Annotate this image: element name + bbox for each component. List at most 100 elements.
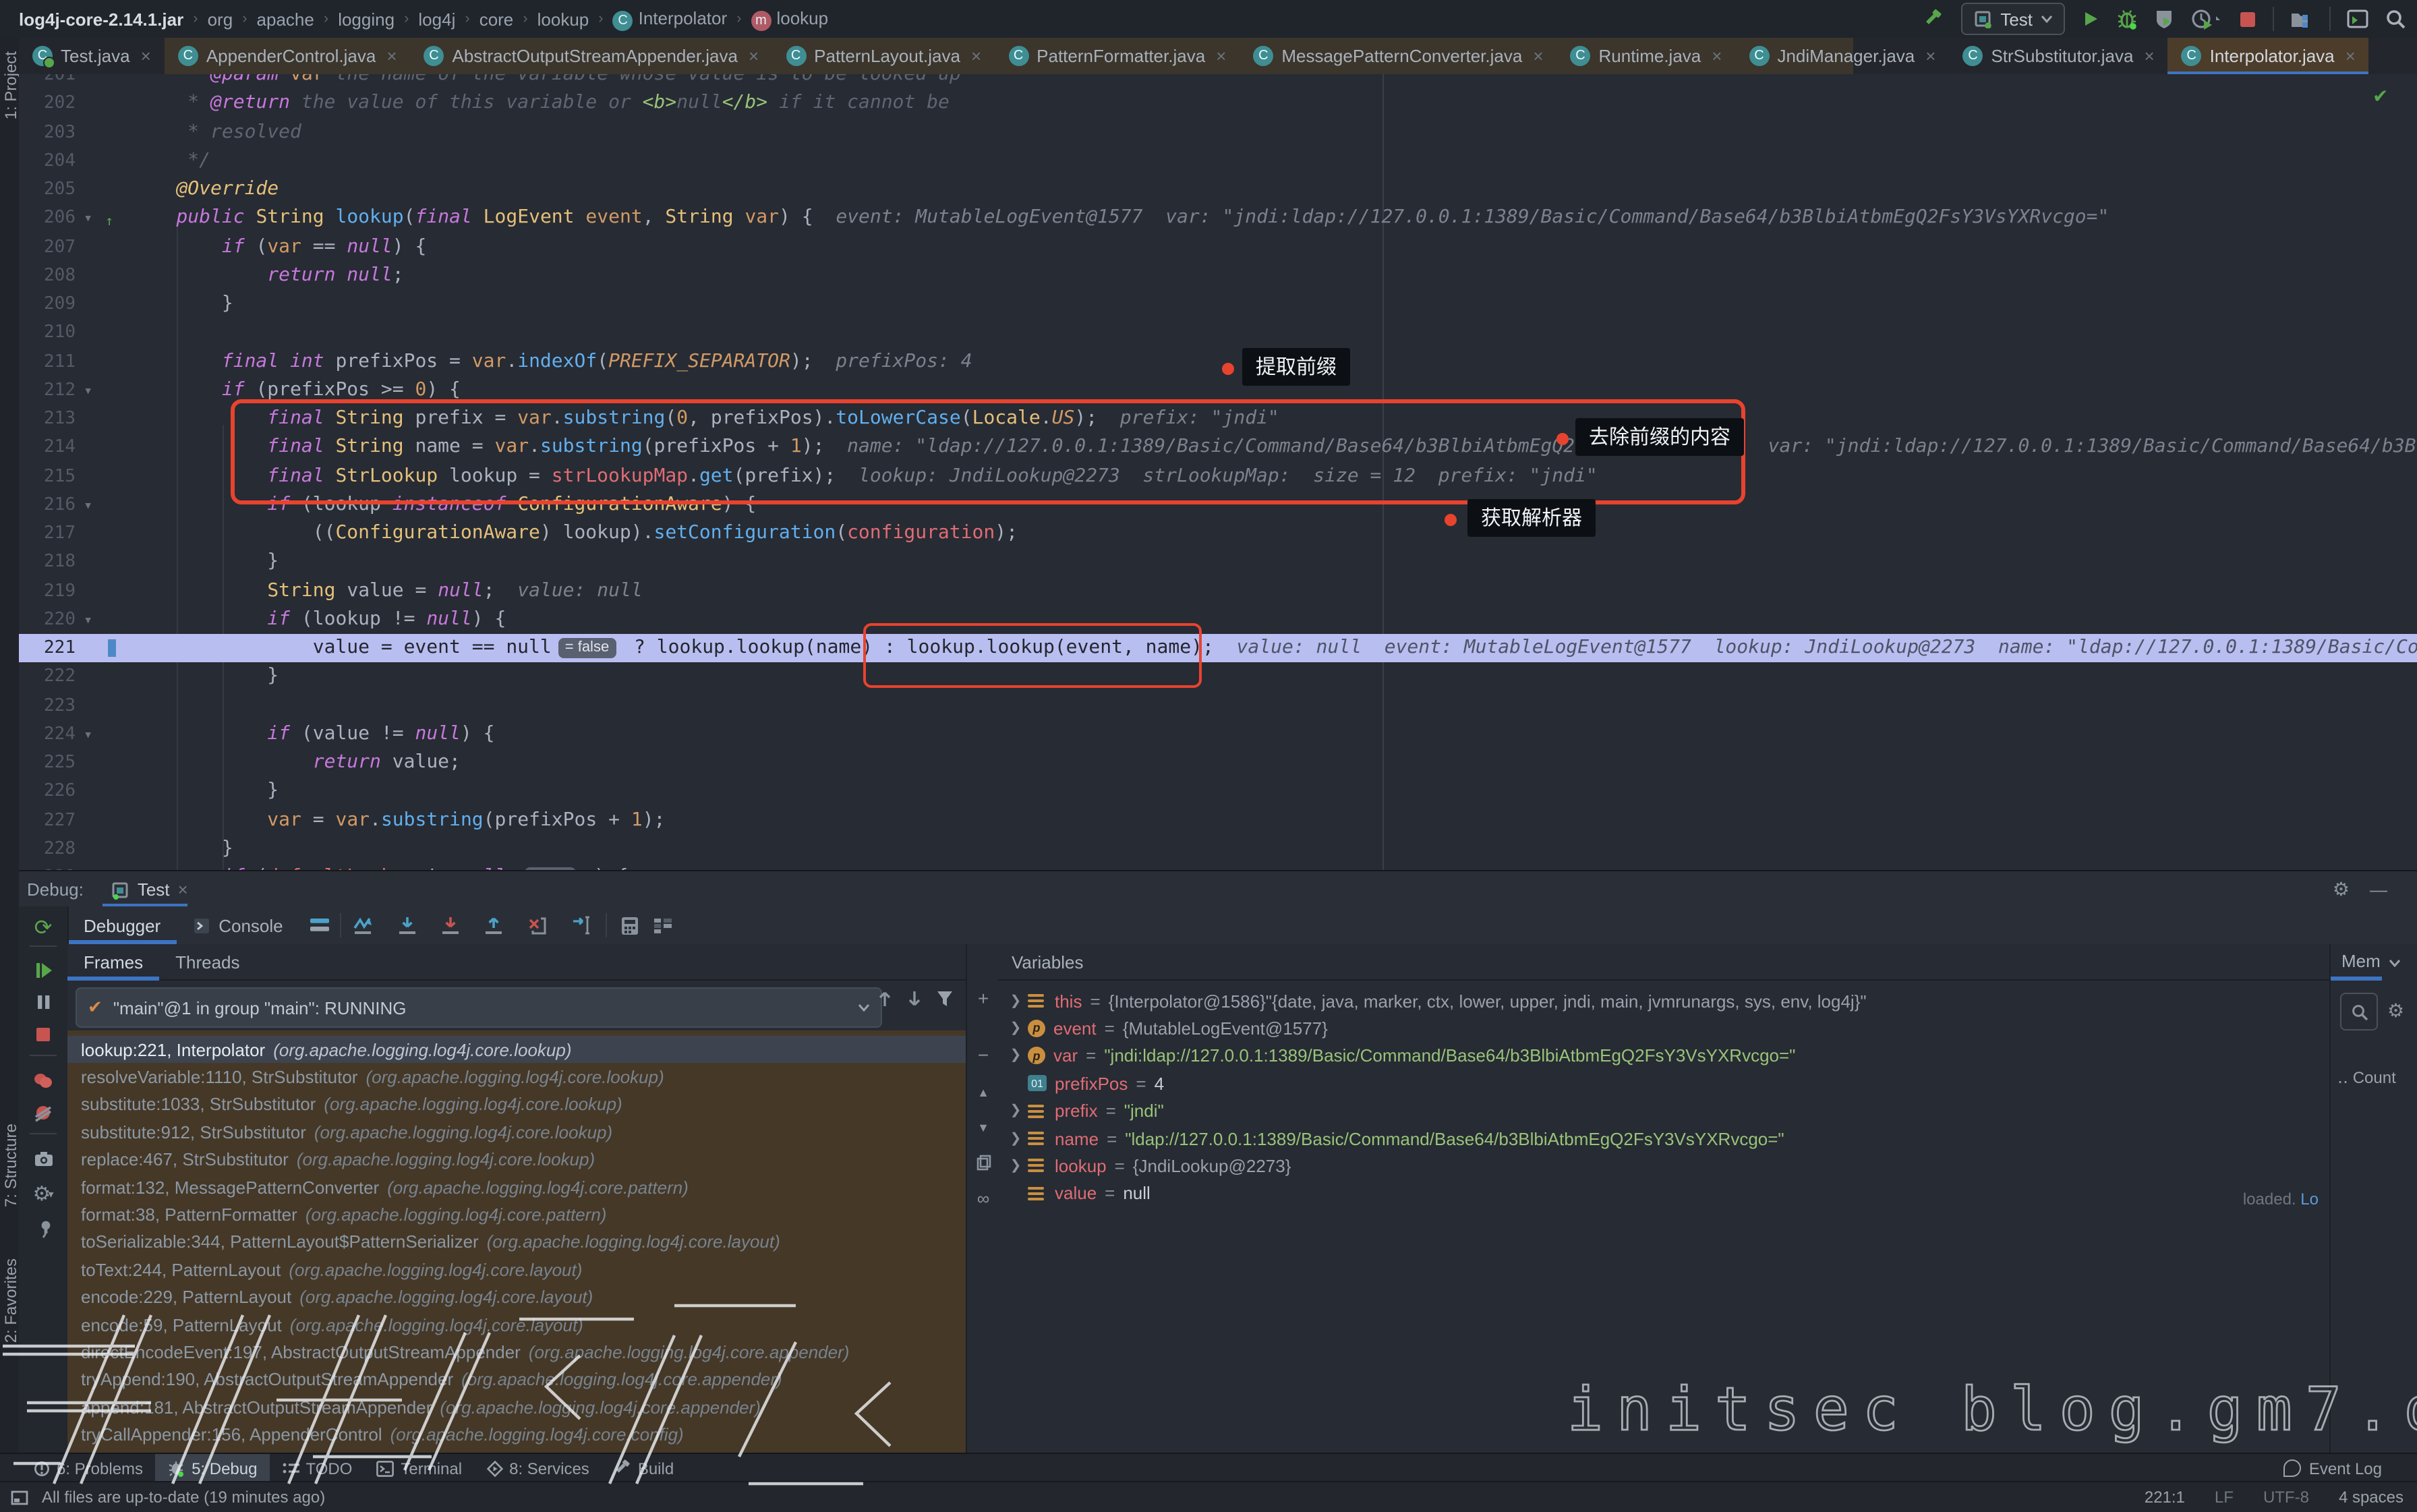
close-icon[interactable]: × <box>141 46 151 66</box>
line-number[interactable]: 204 <box>19 147 76 175</box>
line-number[interactable]: 224 <box>19 720 76 749</box>
run-config-selector[interactable]: Test <box>1961 3 2065 35</box>
code-line[interactable]: 201 * @param var the name of the variabl… <box>19 74 2417 89</box>
rerun-icon[interactable]: ⟳ <box>19 913 67 943</box>
project-structure-icon[interactable] <box>2290 9 2313 29</box>
variable-row[interactable]: ❯pevent={MutableLogEvent@1577} <box>998 1015 2329 1042</box>
frame-row[interactable]: lookup:221, Interpolator(org.apache.logg… <box>67 1036 979 1063</box>
frame-row[interactable]: toSerializable:344, PatternLayout$Patter… <box>67 1229 979 1256</box>
force-step-into-icon[interactable] <box>441 915 460 935</box>
line-number[interactable]: 209 <box>19 290 76 318</box>
expand-icon[interactable]: ❯ <box>1006 1049 1025 1064</box>
line-number[interactable]: 215 <box>19 462 76 490</box>
close-icon[interactable]: × <box>1216 46 1226 66</box>
breadcrumb-item[interactable]: apache <box>257 9 314 29</box>
line-number[interactable]: 213 <box>19 405 76 433</box>
frame-row[interactable]: format:132, MessagePatternConverter(org.… <box>67 1173 979 1200</box>
load-classes-link[interactable]: Lo <box>2300 1190 2319 1209</box>
memory-search-field[interactable] <box>2340 993 2378 1030</box>
debugger-settings-gear-icon[interactable]: ⚙▾ <box>19 1179 67 1209</box>
tab-frames[interactable]: Frames <box>67 944 159 979</box>
code-line[interactable]: 203 * resolved <box>19 118 2417 146</box>
breadcrumb-item[interactable]: mlookup <box>751 7 828 30</box>
line-number[interactable]: 208 <box>19 262 76 290</box>
run-icon[interactable] <box>2081 9 2100 28</box>
line-number[interactable]: 227 <box>19 806 76 834</box>
frame-row[interactable]: replace:467, StrSubstitutor(org.apache.l… <box>67 1146 979 1173</box>
code-line[interactable]: 224▾ if (value != null) { <box>19 720 2417 749</box>
tab-console[interactable]: Console <box>177 906 299 944</box>
line-number[interactable]: 207 <box>19 233 76 261</box>
code-line[interactable]: 211 final int prefixPos = var.indexOf(PR… <box>19 347 2417 376</box>
variable-row[interactable]: ❯prefix="jndi" <box>998 1097 2329 1124</box>
line-separator[interactable]: LF <box>2215 1488 2234 1507</box>
code-line[interactable]: 204 */ <box>19 147 2417 175</box>
code-line[interactable]: 223 <box>19 691 2417 720</box>
tab-threads[interactable]: Threads <box>159 944 256 979</box>
code-line[interactable]: 209 } <box>19 290 2417 318</box>
breadcrumb-item[interactable]: log4j-core-2.14.1.jar <box>19 9 183 29</box>
breadcrumb-item[interactable]: core <box>479 9 514 29</box>
close-icon[interactable]: × <box>971 46 981 66</box>
expand-icon[interactable]: ❯ <box>1006 1103 1025 1118</box>
event-log-button[interactable]: Event Log <box>2283 1454 2382 1482</box>
variable-row[interactable]: ❯lookup={JndiLookup@2273} <box>998 1153 2329 1180</box>
step-over-icon[interactable] <box>398 915 417 935</box>
expand-icon[interactable]: ❯ <box>1006 993 1025 1008</box>
memory-settings-gear-icon[interactable]: ⚙ <box>2387 999 2404 1022</box>
next-frame-icon[interactable] <box>906 990 923 1008</box>
line-number[interactable]: 201 <box>19 74 76 89</box>
line-number[interactable]: 202 <box>19 90 76 118</box>
fold-marker[interactable]: ▾ <box>84 863 92 870</box>
inspections-ok-icon[interactable]: ✔ <box>2372 85 2388 108</box>
stop-icon[interactable] <box>2239 10 2256 28</box>
close-icon[interactable]: × <box>2144 46 2154 66</box>
memory-tab[interactable]: Mem <box>2341 951 2400 971</box>
breadcrumb-item[interactable]: log4j <box>418 9 455 29</box>
indent-config[interactable]: 4 spaces <box>2339 1488 2404 1507</box>
frame-row[interactable]: substitute:912, StrSubstitutor(org.apach… <box>67 1118 979 1145</box>
scroll-down-icon[interactable]: ▼ <box>967 1114 999 1141</box>
show-execution-point-icon[interactable] <box>353 916 374 935</box>
profiler-icon[interactable] <box>2190 8 2223 30</box>
line-number[interactable]: 217 <box>19 519 76 548</box>
line-number[interactable]: 219 <box>19 577 76 605</box>
code-line[interactable]: 226 } <box>19 778 2417 806</box>
code-line[interactable]: 217 ((ConfigurationAware) lookup).setCon… <box>19 519 2417 548</box>
fold-marker[interactable]: ▾ <box>84 720 92 749</box>
restore-layout-icon[interactable] <box>310 917 329 933</box>
frame-row[interactable]: toText:244, PatternLayout(org.apache.log… <box>67 1256 979 1283</box>
build-hammer-icon[interactable] <box>1922 7 1945 30</box>
pin-tab-icon[interactable] <box>19 1214 67 1244</box>
view-breakpoints-icon[interactable] <box>19 1066 67 1095</box>
line-number[interactable]: 203 <box>19 118 76 146</box>
breadcrumb-item[interactable]: org <box>208 9 233 29</box>
editor-tab-runtime[interactable]: CRuntime.java× <box>1557 38 1736 74</box>
code-line[interactable]: 229▾ if (defaultLookup != null = true ) … <box>19 863 2417 870</box>
fold-marker[interactable]: ▾ <box>84 204 92 233</box>
close-icon[interactable]: × <box>749 46 759 66</box>
scroll-up-icon[interactable]: ▲ <box>967 1079 999 1106</box>
variable-row[interactable]: ❯name="ldap://127.0.0.1:1389/Basic/Comma… <box>998 1125 2329 1152</box>
editor-tab-appendercontrol[interactable]: CAppenderControl.java× <box>165 38 411 74</box>
debug-settings-gear-icon[interactable]: ⚙ <box>2333 878 2350 901</box>
editor-tab-strsubstitutor[interactable]: CStrSubstitutor.java× <box>1949 38 2167 74</box>
add-watch-icon[interactable]: + <box>967 985 999 1012</box>
line-number[interactable]: 228 <box>19 835 76 863</box>
code-line[interactable]: 210 <box>19 319 2417 347</box>
expand-icon[interactable]: ❯ <box>1006 1159 1025 1173</box>
line-number[interactable]: 225 <box>19 749 76 777</box>
line-number[interactable]: 211 <box>19 347 76 376</box>
editor-tab-patternlayout[interactable]: CPatternLayout.java× <box>772 38 995 74</box>
breadcrumb[interactable]: log4j-core-2.14.1.jar›org›apache›logging… <box>19 0 828 38</box>
fold-marker[interactable]: ▾ <box>84 606 92 634</box>
code-line[interactable]: 205 @Override <box>19 175 2417 204</box>
fold-marker[interactable]: ▾ <box>84 376 92 405</box>
breadcrumb-item[interactable]: CInterpolator <box>613 7 728 30</box>
line-number[interactable]: 229 <box>19 863 76 870</box>
breadcrumb-item[interactable]: lookup <box>537 9 589 29</box>
editor-tab-interpolator[interactable]: CInterpolator.java× <box>2168 38 2369 74</box>
frame-row[interactable]: format:38, PatternFormatter(org.apache.l… <box>67 1201 979 1228</box>
close-icon[interactable]: × <box>386 46 397 66</box>
code-line[interactable]: 222 } <box>19 663 2417 691</box>
